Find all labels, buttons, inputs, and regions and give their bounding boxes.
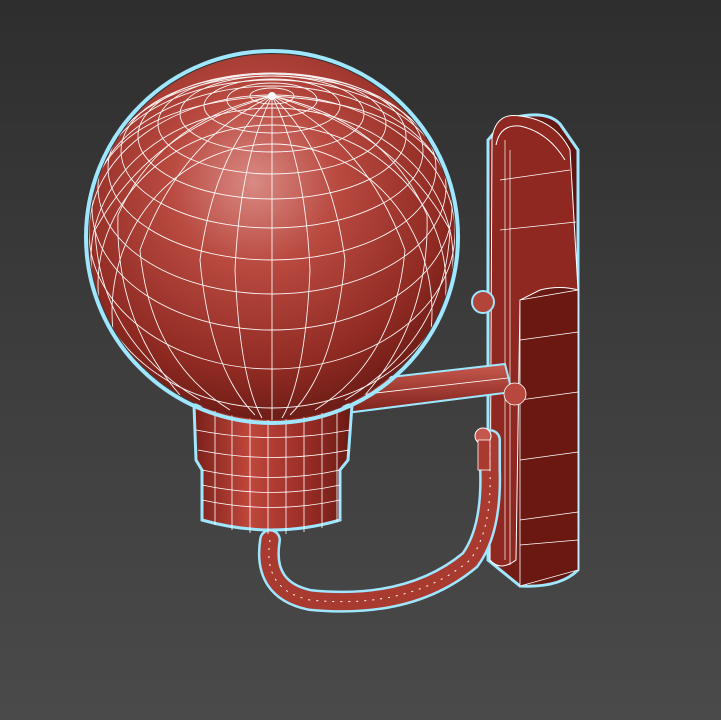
back-plate	[486, 113, 580, 588]
3d-viewport[interactable]	[0, 0, 721, 720]
wall-lamp-wireframe-icon	[84, 49, 580, 613]
globe	[84, 49, 460, 425]
